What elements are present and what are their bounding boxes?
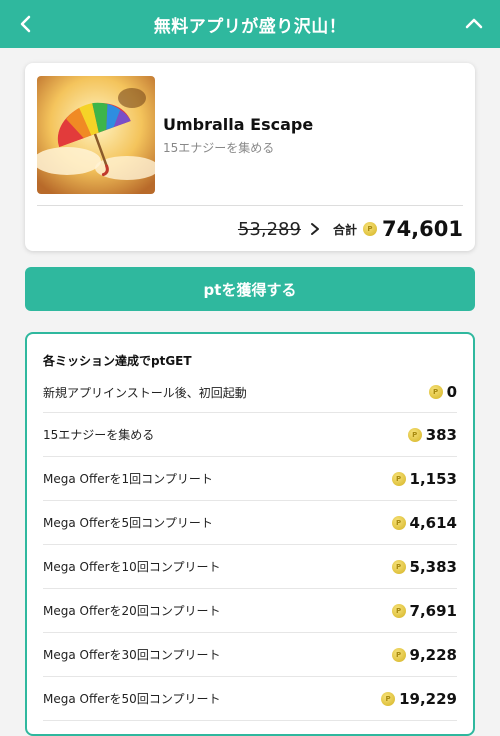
mission-row: Mega Offerを10回コンプリート P 5,383 bbox=[43, 545, 457, 589]
mission-reward: P 4,614 bbox=[391, 513, 457, 532]
points-summary: 53,289 合計 P 74,601 bbox=[238, 213, 463, 245]
mission-label: Mega Offerを5回コンプリート bbox=[43, 516, 213, 530]
point-coin-icon: P bbox=[362, 222, 377, 236]
header-bar: 無料アプリが盛り沢山！ bbox=[0, 0, 500, 48]
point-coin-icon: P bbox=[391, 603, 406, 618]
app-thumbnail bbox=[37, 76, 155, 194]
umbrella-game-thumbnail bbox=[37, 76, 155, 194]
point-coin-icon: P bbox=[428, 385, 443, 399]
mission-label: Mega Offerを1回コンプリート bbox=[43, 472, 213, 486]
mission-points: 0 bbox=[446, 383, 457, 401]
mission-reward: P0 bbox=[428, 383, 457, 401]
point-coin-icon: P bbox=[391, 515, 406, 530]
point-coin-icon: P bbox=[407, 427, 422, 442]
app-subtitle: 15エナジーを集める bbox=[163, 141, 275, 155]
mission-row: 新規アプリインストール後、初回起動 P 0 bbox=[43, 372, 457, 413]
total-label: 合計 bbox=[332, 222, 357, 237]
point-coin-icon: P bbox=[381, 691, 396, 706]
chevron-up-icon[interactable] bbox=[462, 12, 486, 36]
mission-points: 4,614 bbox=[409, 513, 457, 532]
mission-row: Mega Offerを5回コンプリート P 4,614 bbox=[43, 501, 457, 545]
mission-points: 9,228 bbox=[409, 645, 457, 664]
mission-label: 新規アプリインストール後、初回起動 bbox=[43, 385, 247, 400]
mission-points: 5,383 bbox=[409, 557, 457, 576]
mission-reward: P 19,229 bbox=[381, 690, 457, 708]
mission-reward: P 383 bbox=[407, 425, 457, 444]
old-points: 53,289 bbox=[237, 218, 301, 240]
mission-label: Mega Offerを30回コンプリート bbox=[43, 648, 221, 662]
mission-reward: P 7,691 bbox=[391, 601, 457, 620]
mission-row: Mega Offerを50回コンプリート P 19,229 bbox=[43, 677, 457, 721]
mission-row: Mega Offerを1回コンプリート P 1,153 bbox=[43, 457, 457, 501]
mission-row: Mega Offerを20回コンプリート P 7,691 bbox=[43, 589, 457, 633]
point-coin-icon: P bbox=[391, 471, 406, 486]
app-name: Umbralla Escape bbox=[163, 115, 314, 134]
chevron-left-icon[interactable] bbox=[14, 12, 38, 36]
point-coin-icon: P bbox=[391, 647, 406, 662]
mission-label: Mega Offerを20回コンプリート bbox=[43, 604, 221, 618]
divider bbox=[37, 205, 463, 206]
mission-label: 15エナジーを集める bbox=[43, 428, 155, 442]
mission-row: Mega Offerを30回コンプリート P 9,228 bbox=[43, 633, 457, 677]
app-card: Umbralla Escape 15エナジーを集める 53,289 合計 P 7… bbox=[25, 63, 475, 251]
point-coin-icon: P bbox=[391, 559, 406, 574]
get-points-button[interactable]: ptを獲得する bbox=[25, 267, 475, 311]
mission-reward: P 9,228 bbox=[391, 645, 457, 664]
mission-row: 15エナジーを集める P 383 bbox=[43, 413, 457, 457]
missions-title: 各ミッション達成でptGET bbox=[43, 354, 192, 368]
total-points: 74,601 bbox=[381, 217, 463, 241]
missions-panel: 各ミッション達成でptGET 新規アプリインストール後、初回起動 P 0 15エナジー… bbox=[25, 332, 475, 736]
mission-label: Mega Offerを10回コンプリート bbox=[43, 560, 221, 574]
mission-reward: P 5,383 bbox=[391, 557, 457, 576]
mission-list: 新規アプリインストール後、初回起動 P 0 15エナジーを集める P 383 Mega Of… bbox=[43, 372, 457, 721]
mission-points: 383 bbox=[425, 425, 457, 444]
page-title: 無料アプリが盛り沢山！ bbox=[153, 16, 347, 37]
mission-reward: P 1,153 bbox=[391, 469, 457, 488]
mission-label: Mega Offerを50回コンプリート bbox=[43, 692, 221, 706]
chevron-right-icon bbox=[310, 223, 319, 235]
mission-points: 7,691 bbox=[409, 601, 457, 620]
mission-points: 1,153 bbox=[409, 469, 457, 488]
mission-points: 19,229 bbox=[399, 689, 457, 708]
